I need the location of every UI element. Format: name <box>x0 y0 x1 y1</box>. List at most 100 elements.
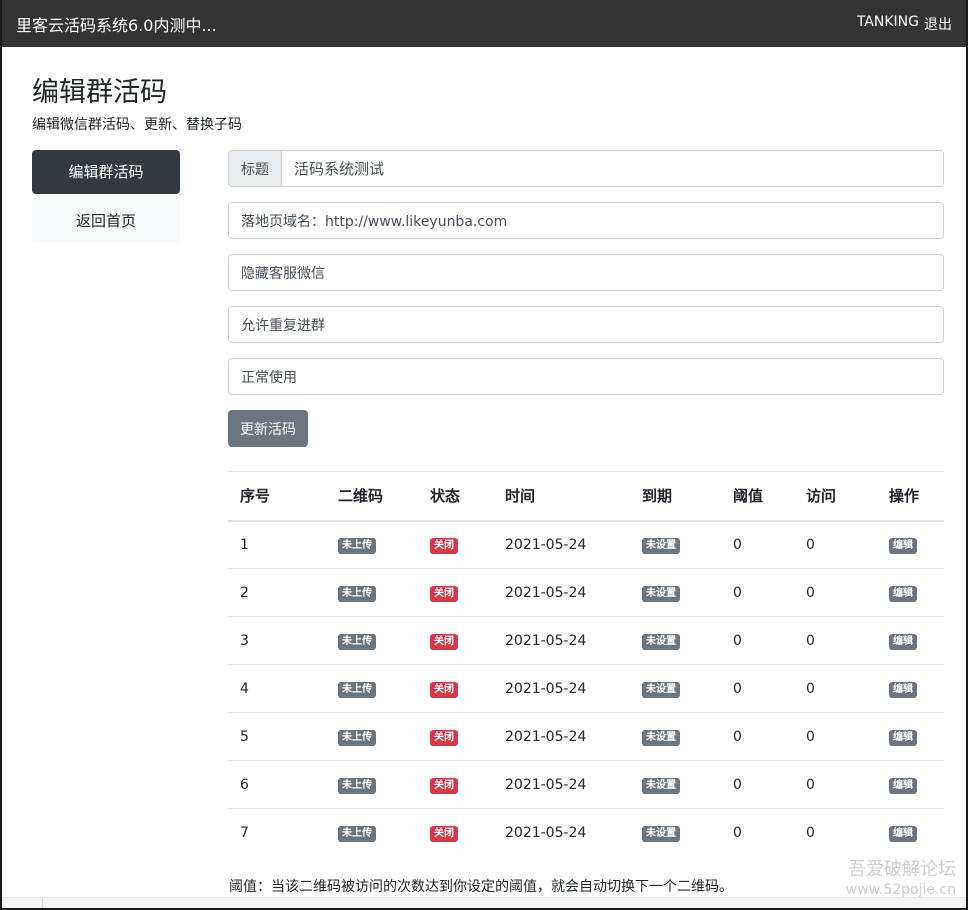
row-visits: 0 <box>794 664 877 713</box>
status-badge: 关闭 <box>430 729 458 746</box>
col-time: 时间 <box>493 471 630 522</box>
row-time: 2021-05-24 <box>493 760 630 809</box>
edit-row-button[interactable]: 编辑 <box>889 633 917 650</box>
row-threshold: 0 <box>733 536 742 553</box>
row-index: 5 <box>228 712 326 761</box>
row-visits: 0 <box>794 808 877 857</box>
action-cell: 编辑 <box>877 664 944 713</box>
col-threshold: 阈值 <box>721 471 794 522</box>
row-time: 2021-05-24 <box>505 536 587 553</box>
qrcode-cell: 未上传 <box>326 712 418 761</box>
row-time: 2021-05-24 <box>493 568 630 617</box>
user-menu: TANKING 退出 <box>857 14 952 34</box>
qrcode-status-badge: 未上传 <box>338 681 376 698</box>
expire-cell: 未设置 <box>630 712 721 761</box>
title-input[interactable] <box>282 151 943 186</box>
qrcode-cell: 未上传 <box>326 664 418 713</box>
qrcode-cell: 未上传 <box>326 568 418 617</box>
row-visits: 0 <box>794 712 877 761</box>
page-title: 编辑群活码 <box>32 77 167 108</box>
sidebar: 编辑群活码 返回首页 <box>32 150 180 248</box>
sub-code-table: 序号 二维码 状态 时间 到期 阈值 访问 操作 1 未上传 关闭 2021-05-2… <box>228 471 944 857</box>
table-row: 2 未上传 关闭 2021-05-24 未设置 0 0 编辑 <box>228 568 944 617</box>
expire-cell: 未设置 <box>630 808 721 857</box>
expire-badge: 未设置 <box>642 537 680 554</box>
edit-row-button[interactable]: 编辑 <box>889 537 917 554</box>
qrcode-status-badge: 未上传 <box>338 825 376 842</box>
row-threshold: 0 <box>721 760 794 809</box>
horizontal-scrollbar[interactable] <box>2 897 966 908</box>
expire-badge: 未设置 <box>642 777 680 794</box>
action-cell: 编辑 <box>877 712 944 761</box>
row-index: 4 <box>228 664 326 713</box>
qrcode-status-badge: 未上传 <box>338 729 376 746</box>
kefu-wechat-select[interactable] <box>228 254 944 291</box>
expire-badge: 未设置 <box>642 681 680 698</box>
row-visits: 0 <box>794 616 877 665</box>
status-badge: 关闭 <box>430 681 458 698</box>
row-threshold: 0 <box>721 664 794 713</box>
expire-badge: 未设置 <box>642 633 680 650</box>
status-cell: 关闭 <box>418 808 493 857</box>
status-cell: 关闭 <box>418 664 493 713</box>
watermark: 吾爱破解论坛 www.52pojie.cn <box>846 860 956 900</box>
landing-domain-input[interactable] <box>228 202 944 239</box>
row-threshold: 0 <box>721 568 794 617</box>
expire-badge: 未设置 <box>642 825 680 842</box>
expire-cell: 未设置 <box>630 760 721 809</box>
username-link[interactable]: TANKING <box>857 14 919 34</box>
edit-row-button[interactable]: 编辑 <box>889 585 917 602</box>
repeat-join-select[interactable] <box>228 306 944 343</box>
brand-title[interactable]: 里客云活码系统6.0内测中... <box>16 12 217 36</box>
status-cell: 关闭 <box>418 568 493 617</box>
row-threshold: 0 <box>721 616 794 665</box>
action-cell: 编辑 <box>877 616 944 665</box>
qrcode-status-badge: 未上传 <box>338 537 376 554</box>
scrollbar-divider <box>42 898 43 908</box>
row-threshold: 0 <box>721 808 794 857</box>
status-select[interactable] <box>228 358 944 395</box>
row-time: 2021-05-24 <box>493 616 630 665</box>
row-index: 7 <box>228 808 326 857</box>
row-visits: 0 <box>794 760 877 809</box>
sidebar-item-edit-group-code[interactable]: 编辑群活码 <box>32 150 180 194</box>
status-badge: 关闭 <box>430 537 458 554</box>
row-time: 2021-05-24 <box>493 712 630 761</box>
table-row: 3 未上传 关闭 2021-05-24 未设置 0 0 编辑 <box>228 616 944 665</box>
row-index: 1 <box>240 536 249 553</box>
action-cell: 编辑 <box>877 760 944 809</box>
sidebar-item-back-home[interactable]: 返回首页 <box>32 199 180 243</box>
qrcode-cell: 未上传 <box>326 760 418 809</box>
action-cell: 编辑 <box>877 808 944 857</box>
table-body: 1 未上传 关闭 2021-05-24 未设置 0 0 编辑 2 未上传 关闭 2021-05-24 未… <box>228 521 944 857</box>
status-badge: 关闭 <box>430 633 458 650</box>
status-cell: 关闭 <box>418 521 493 569</box>
row-threshold: 0 <box>721 712 794 761</box>
row-visits: 0 <box>806 536 815 553</box>
row-index: 6 <box>228 760 326 809</box>
action-cell: 编辑 <box>877 568 944 617</box>
threshold-note: 阈值：当该二维码被访问的次数达到你设定的阈值，就会自动切换下一个二维码。 <box>229 879 733 895</box>
edit-row-button[interactable]: 编辑 <box>889 825 917 842</box>
edit-row-button[interactable]: 编辑 <box>889 777 917 794</box>
expire-cell: 未设置 <box>630 616 721 665</box>
table-row: 5 未上传 关闭 2021-05-24 未设置 0 0 编辑 <box>228 712 944 761</box>
table-row: 4 未上传 关闭 2021-05-24 未设置 0 0 编辑 <box>228 664 944 713</box>
qrcode-status-badge: 未上传 <box>338 633 376 650</box>
table-row: 7 未上传 关闭 2021-05-24 未设置 0 0 编辑 <box>228 808 944 857</box>
table-row: 1 未上传 关闭 2021-05-24 未设置 0 0 编辑 <box>228 521 944 569</box>
page-subtitle: 编辑微信群活码、更新、替换子码 <box>32 117 242 133</box>
edit-row-button[interactable]: 编辑 <box>889 729 917 746</box>
qrcode-cell: 未上传 <box>326 808 418 857</box>
edit-row-button[interactable]: 编辑 <box>889 681 917 698</box>
expire-cell: 未设置 <box>630 521 721 569</box>
logout-link[interactable]: 退出 <box>924 14 952 34</box>
col-qrcode: 二维码 <box>326 471 418 522</box>
row-index: 3 <box>228 616 326 665</box>
status-cell: 关闭 <box>418 760 493 809</box>
update-code-button[interactable]: 更新活码 <box>228 410 308 447</box>
row-visits: 0 <box>794 568 877 617</box>
expire-badge: 未设置 <box>642 729 680 746</box>
edit-form: 标题 更新活码 <box>228 150 944 447</box>
action-cell: 编辑 <box>877 521 944 569</box>
